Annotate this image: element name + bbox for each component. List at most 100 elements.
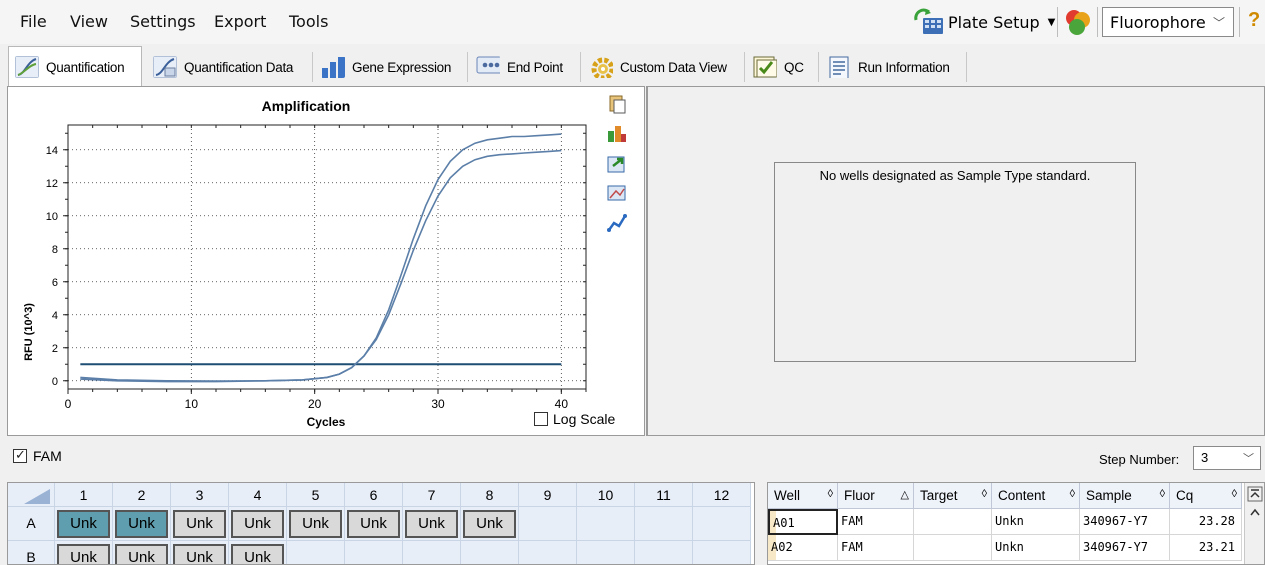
x-tick-label: 40 [555,397,569,411]
menu-settings[interactable]: Settings [130,12,196,31]
results-cell[interactable]: Unkn [992,535,1080,561]
fam-checkbox[interactable] [13,447,27,463]
well-group-icon[interactable] [1062,7,1094,37]
sort-icon[interactable]: ◊ [828,488,833,500]
step-number-select[interactable]: 3 ﹀ [1193,446,1261,470]
tab-custom-data-view[interactable]: Custom Data View [582,48,742,86]
plate-well[interactable]: Unk [113,541,171,564]
plate-column-header[interactable]: 6 [345,483,403,507]
menu-tools[interactable]: Tools [289,12,328,31]
plate-row-header[interactable]: A [8,507,55,541]
menu-view[interactable]: View [70,12,108,31]
sort-icon[interactable]: ◊ [1232,488,1237,500]
plate-well[interactable]: Unk [287,507,345,541]
plate-well[interactable] [287,541,345,564]
results-cell[interactable]: 340967-Y7 [1080,535,1170,561]
plate-setup-button[interactable]: Plate Setup ▼ [913,6,1055,38]
tab-qc[interactable]: QC [746,48,816,86]
tab-quantification[interactable]: Quantification [8,46,142,87]
plate-well[interactable]: Unk [229,507,287,541]
results-column-header[interactable]: Cq ◊ [1170,483,1242,509]
plate-well[interactable] [693,541,751,564]
results-cell[interactable]: A02 [768,535,838,561]
results-cell[interactable]: 23.28 [1170,509,1242,535]
plate-well[interactable] [577,507,635,541]
amplification-chart[interactable]: Amplification Cycles RFU (10^3) 0 10 20 30 4… [8,87,608,435]
results-cell[interactable]: 23.21 [1170,535,1242,561]
plate-well[interactable]: Unk [55,507,113,541]
scroll-up-icon[interactable] [1246,503,1264,521]
plate-well[interactable]: Unk [55,541,113,564]
bar-chart-icon [322,57,345,78]
plate-corner[interactable] [8,483,55,507]
plate-well[interactable]: Unk [403,507,461,541]
results-cell[interactable]: Unkn [992,509,1080,535]
plate-well[interactable]: Unk [171,541,229,564]
results-column-header[interactable]: Target ◊ [914,483,992,509]
menu-export[interactable]: Export [214,12,266,31]
plate-well[interactable]: Unk [113,507,171,541]
results-column-header[interactable]: Fluor △ [838,483,914,509]
results-scrollbar[interactable] [1244,483,1264,564]
plate-well[interactable] [519,507,577,541]
menu-file[interactable]: File [20,12,47,31]
plate-column-header[interactable]: 8 [461,483,519,507]
results-cell[interactable]: A01 [768,509,838,535]
tab-gene-expression[interactable]: Gene Expression [314,48,466,86]
plate-column-header[interactable]: 5 [287,483,345,507]
plate-well[interactable]: Unk [345,507,403,541]
step-number-value: 3 [1201,450,1209,465]
results-cell[interactable]: FAM [838,535,914,561]
copy-icon[interactable] [606,94,628,114]
plate-well[interactable] [403,541,461,564]
chart-color-icon[interactable] [606,123,628,143]
export-chart-icon[interactable] [606,154,628,174]
results-cell[interactable]: 340967-Y7 [1080,509,1170,535]
plate-row-header[interactable]: B [8,541,55,564]
plate-column-header[interactable]: 9 [519,483,577,507]
log-scale-checkbox[interactable] [534,412,548,426]
plate-well[interactable] [635,507,693,541]
results-cell[interactable]: FAM [838,509,914,535]
plate-column-header[interactable]: 4 [229,483,287,507]
plate-well[interactable]: Unk [461,507,519,541]
sort-icon[interactable]: ◊ [982,488,987,500]
tab-label: QC [784,59,804,75]
plate-well[interactable] [461,541,519,564]
log-scale-toggle[interactable]: Log Scale [534,411,615,427]
plate-well[interactable] [345,541,403,564]
tab-run-information[interactable]: Run Information [820,48,966,86]
plate-column-header[interactable]: 11 [635,483,693,507]
chart-series [80,133,562,383]
results-column-header[interactable]: Well ◊ [768,483,838,509]
tab-quantification-data[interactable]: Quantification Data [146,48,310,86]
plate-well[interactable] [635,541,693,564]
plate-column-header[interactable]: 1 [55,483,113,507]
plate-well[interactable]: Unk [171,507,229,541]
tab-end-point[interactable]: End Point [469,48,579,86]
results-cell[interactable] [914,535,992,561]
plate-well[interactable] [519,541,577,564]
fluorophore-select[interactable]: Fluorophore ﹀ [1102,7,1234,37]
trend-line-icon[interactable] [606,213,628,233]
scroll-top-icon[interactable] [1246,485,1264,503]
plate-column-header[interactable]: 2 [113,483,171,507]
results-column-header[interactable]: Content ◊ [992,483,1080,509]
fam-toggle[interactable]: FAM [13,447,62,464]
sort-icon[interactable]: ◊ [1160,488,1165,500]
y-tick-label: 6 [52,277,58,289]
plate-well[interactable] [577,541,635,564]
plate-column-header[interactable]: 10 [577,483,635,507]
plate-column-header[interactable]: 12 [693,483,751,507]
chart-settings-icon[interactable] [606,183,628,203]
help-icon[interactable]: ? [1248,9,1260,32]
results-cell[interactable] [914,509,992,535]
plate-well[interactable]: Unk [229,541,287,564]
sort-icon[interactable]: ◊ [1070,488,1075,500]
results-column-header[interactable]: Sample ◊ [1080,483,1170,509]
plate-column-header[interactable]: 7 [403,483,461,507]
plate-well[interactable] [693,507,751,541]
sort-icon[interactable]: △ [901,488,909,501]
plate-column-header[interactable]: 3 [171,483,229,507]
standard-curve-message-box: No wells designated as Sample Type stand… [774,162,1136,362]
